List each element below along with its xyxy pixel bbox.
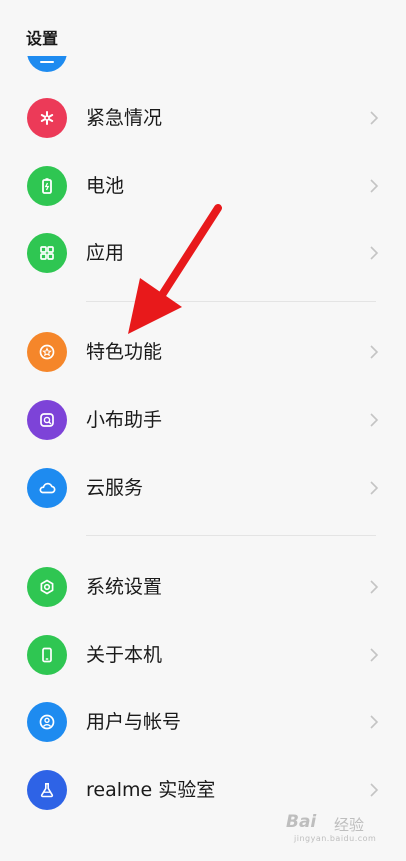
section-divider (86, 301, 376, 302)
cloud-icon (27, 468, 67, 508)
section-divider (86, 535, 376, 536)
settings-item-special-features[interactable]: 特色功能 (0, 322, 406, 382)
settings-item-cloud-service[interactable]: 云服务 (0, 458, 406, 518)
settings-item-label: 关于本机 (86, 644, 163, 666)
assistant-icon (27, 400, 67, 440)
chevron-right-icon (370, 111, 379, 125)
settings-item-label: 应用 (86, 242, 125, 264)
watermark-url: jingyan.baidu.com (294, 834, 377, 843)
page-title: 设置 (26, 29, 59, 48)
settings-item-label: 紧急情况 (86, 107, 163, 129)
settings-item-system-settings[interactable]: 系统设置 (0, 557, 406, 617)
phone-icon (27, 635, 67, 675)
lab-flask-icon (27, 770, 67, 810)
settings-item-label: 用户与帐号 (86, 711, 182, 733)
settings-item-label: 小布助手 (86, 409, 163, 431)
hexagon-settings-icon (27, 567, 67, 607)
settings-item-label: 云服务 (86, 477, 144, 499)
baidu-jingyan-watermark: Bai 经验 jingyan.baidu.com (286, 810, 396, 846)
chevron-right-icon (370, 246, 379, 260)
watermark-brand: Bai (286, 812, 317, 832)
settings-item-user-account[interactable]: 用户与帐号 (0, 692, 406, 752)
emergency-asterisk-icon (27, 98, 67, 138)
watermark-sub: 经验 (334, 816, 365, 834)
settings-item-label: 特色功能 (86, 341, 163, 363)
settings-item-battery[interactable]: 电池 (0, 156, 406, 216)
chevron-right-icon (370, 580, 379, 594)
chevron-right-icon (370, 648, 379, 662)
settings-item-assistant[interactable]: 小布助手 (0, 390, 406, 450)
settings-item-label: 系统设置 (86, 576, 163, 598)
chevron-right-icon (370, 345, 379, 359)
header: 设置 (0, 0, 406, 56)
apps-grid-icon (27, 233, 67, 273)
settings-item-apps[interactable]: 应用 (0, 223, 406, 283)
chevron-right-icon (370, 413, 379, 427)
chevron-right-icon (370, 715, 379, 729)
settings-item-about-phone[interactable]: 关于本机 (0, 625, 406, 685)
chevron-right-icon (370, 783, 379, 797)
settings-item-label: 电池 (86, 175, 125, 197)
chevron-right-icon (370, 481, 379, 495)
settings-item-label: realme 实验室 (86, 779, 216, 801)
settings-item-emergency[interactable]: 紧急情况 (0, 88, 406, 148)
chevron-right-icon (370, 179, 379, 193)
star-badge-icon (27, 332, 67, 372)
battery-icon (27, 166, 67, 206)
user-account-icon (27, 702, 67, 742)
